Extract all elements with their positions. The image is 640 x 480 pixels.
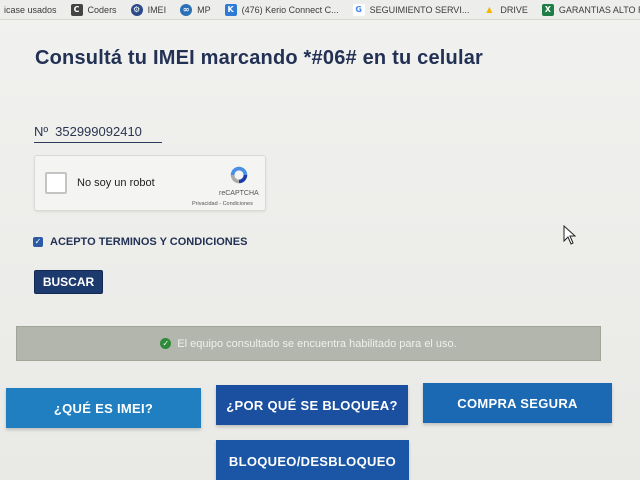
mercadopago-icon: ∞: [180, 3, 193, 16]
recaptcha-brand: reCAPTCHA: [219, 190, 259, 197]
recaptcha-widget: No soy un robot reCAPTCHA Privacidad - C…: [34, 155, 266, 211]
bookmark-icase-usados[interactable]: icase usados: [4, 5, 57, 15]
recaptcha-checkbox[interactable]: [45, 172, 67, 194]
google-icon: G: [352, 3, 365, 16]
check-icon[interactable]: ✓: [33, 237, 43, 247]
que-es-imei-button[interactable]: ¿QUÉ ES IMEI?: [6, 388, 201, 428]
bookmark-drive[interactable]: ▲ DRIVE: [483, 4, 528, 16]
terms-checkbox-row[interactable]: ✓ ACEPTO TERMINOS Y CONDICIONES: [33, 236, 247, 248]
search-button[interactable]: BUSCAR: [34, 270, 103, 294]
bookmark-label: Coders: [87, 4, 117, 15]
recaptcha-links[interactable]: Privacidad - Condiciones: [192, 201, 253, 207]
check-circle-icon: ✓: [160, 338, 172, 349]
bookmark-kerio[interactable]: K (476) Kerio Connect C...: [224, 3, 339, 16]
mouse-cursor-icon: [563, 225, 577, 245]
bookmarks-bar: icase usados C Coders ⚙ IMEI ∞ MP K (476…: [0, 0, 640, 20]
compra-segura-button[interactable]: COMPRA SEGURA: [423, 383, 612, 423]
drive-icon: ▲: [486, 4, 493, 14]
terms-label: ACEPTO TERMINOS Y CONDICIONES: [50, 236, 248, 248]
sheets-icon: X: [541, 3, 554, 16]
imei-value: 352999092410: [55, 124, 142, 139]
result-message: El equipo consultado se encuentra habili…: [177, 337, 457, 350]
bookmark-coders[interactable]: C Coders: [70, 3, 117, 16]
bookmark-label: IMEI: [147, 4, 167, 15]
bookmark-label: MP: [197, 4, 211, 15]
por-que-bloquea-button[interactable]: ¿POR QUÉ SE BLOQUEA?: [216, 385, 408, 425]
bookmark-label: SEGUIMIENTO SERVI...: [369, 4, 470, 15]
bloqueo-desbloqueo-button[interactable]: BLOQUEO/DESBLOQUEO: [216, 440, 409, 480]
imei-input[interactable]: Nº 352999092410: [34, 121, 162, 143]
imei-prefix: Nº: [34, 124, 49, 139]
gear-icon: ⚙: [130, 3, 143, 16]
bookmark-label: icase usados: [4, 4, 57, 15]
bookmark-label: DRIVE: [500, 4, 528, 15]
bookmark-garantias[interactable]: X GARANTIAS ALTO RO...: [541, 3, 640, 16]
bookmark-seguimiento[interactable]: G SEGUIMIENTO SERVI...: [352, 3, 470, 16]
page-title: Consultá tu IMEI marcando *#06# en tu ce…: [35, 47, 484, 69]
recaptcha-label: No soy un robot: [77, 177, 155, 189]
result-banner: ✓ El equipo consultado se encuentra habi…: [16, 326, 601, 361]
coders-logo-icon: C: [70, 3, 83, 16]
bookmark-label: GARANTIAS ALTO RO...: [558, 4, 640, 15]
bookmark-imei[interactable]: ⚙ IMEI: [130, 3, 167, 16]
bookmark-label: (476) Kerio Connect C...: [241, 4, 339, 15]
kerio-icon: K: [224, 3, 237, 16]
bookmark-mp[interactable]: ∞ MP: [180, 3, 211, 16]
recaptcha-icon: [230, 166, 248, 184]
